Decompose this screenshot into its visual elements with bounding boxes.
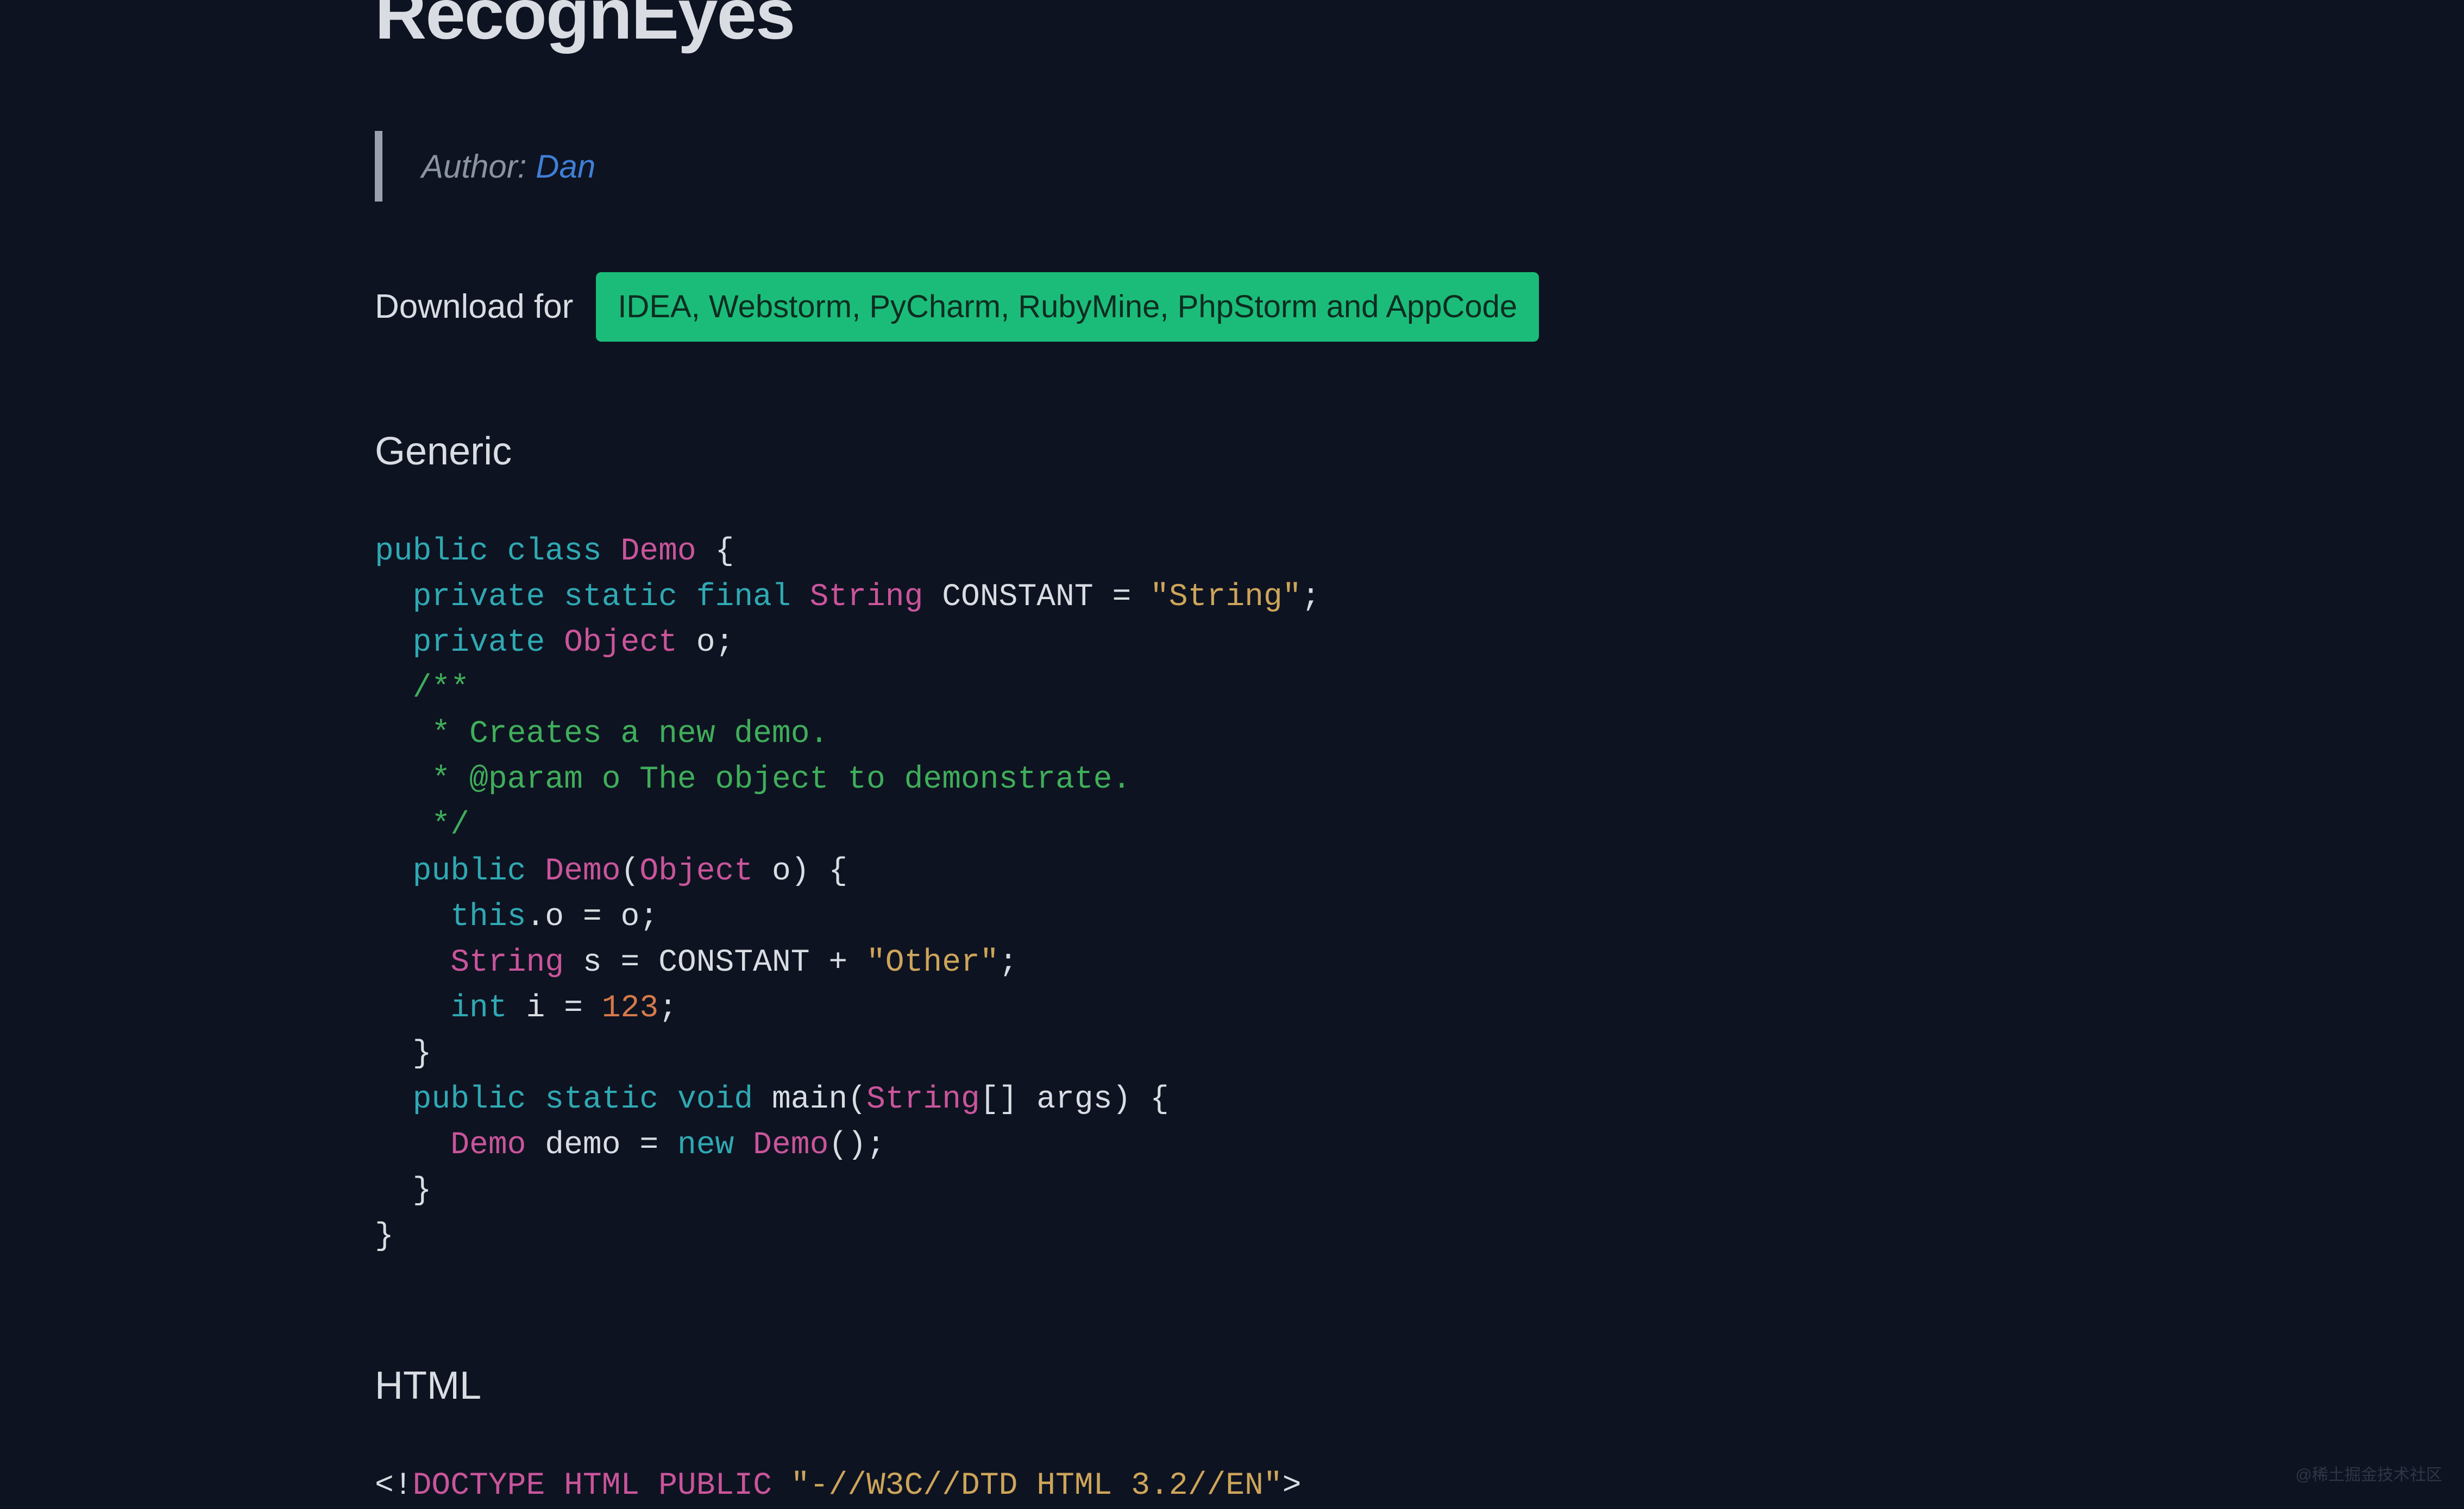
code-indent [375,945,450,980]
code-indent [375,625,413,661]
code-token: static [545,1082,658,1117]
code-token: String [810,580,923,615]
code-indent [375,716,431,752]
code-indent [375,991,450,1026]
code-token: } [375,1219,394,1254]
code-token: Object [564,625,677,661]
code-token: } [413,1036,432,1072]
code-token: ( [847,1082,866,1117]
code-token: */ [431,808,469,843]
code-token: Object [639,854,753,889]
code-token: void [677,1082,753,1117]
code-token: ) { [1112,1082,1169,1117]
code-token: 123 [602,991,658,1026]
code-indent [375,1082,413,1117]
code-token: Demo [450,1128,526,1163]
code-token: Demo [621,534,696,569]
code-token: o [753,854,791,889]
code-token: int [450,991,507,1026]
download-row: Download for IDEA, Webstorm, PyCharm, Ru… [375,272,2089,342]
code-token [772,1468,791,1504]
code-token: i [507,991,564,1026]
code-token: ; [999,945,1018,980]
code-token: public [413,854,526,889]
author-link[interactable]: Dan [536,148,595,185]
code-token: String [450,945,564,980]
code-token: "String" [1150,580,1301,615]
code-indent [375,1036,413,1072]
code-indent [375,1128,450,1163]
code-token: (); [828,1128,885,1163]
code-token: Demo [734,1128,828,1163]
code-token: ; [658,991,677,1026]
code-indent [375,808,431,843]
code-block-generic: public class Demo { private static final… [375,529,2089,1260]
code-indent [375,762,431,797]
code-indent [375,900,450,935]
page-title: RecognEyes [375,0,2089,66]
code-token: [] args [980,1082,1112,1117]
download-button[interactable]: IDEA, Webstorm, PyCharm, RubyMine, PhpSt… [596,272,1539,342]
code-token: PUBLIC [658,1468,772,1504]
code-token [545,1468,564,1504]
code-token: <! [375,1468,413,1504]
code-token: private [413,625,545,661]
code-token: String [866,1082,980,1117]
code-token: ; [1302,580,1321,615]
code-token: = [1112,580,1150,615]
code-token: .o = o; [526,900,658,935]
code-indent [375,580,413,615]
watermark: @稀土掘金技术社区 [2296,1463,2442,1487]
code-token: { [696,534,734,569]
code-token: = [639,1128,677,1163]
code-token: o The object to demonstrate. [583,762,1131,797]
code-token: "Other" [866,945,999,980]
code-token: = [564,991,602,1026]
download-label: Download for [375,282,573,331]
code-token: public [413,1082,526,1117]
code-token: static [564,580,677,615]
code-token: } [413,1173,432,1209]
code-token: /** [413,671,469,706]
author-quote: Author: Dan [375,131,2089,202]
code-indent [375,1173,413,1209]
code-token: demo [526,1128,639,1163]
code-token: private [413,580,545,615]
code-token: > [1283,1468,1302,1504]
code-token: ( [621,854,640,889]
code-indent [375,854,413,889]
section-heading-generic: Generic [375,423,2089,480]
code-token: HTML [564,1468,639,1504]
author-prefix: Author: [422,148,536,185]
code-token: class [507,534,602,569]
code-token: new [677,1128,734,1163]
code-token: s [564,945,620,980]
code-token: ; [715,625,734,661]
code-token: this [450,900,526,935]
code-token: = CONSTANT + [621,945,866,980]
code-token: public [375,534,488,569]
code-token: * Creates a new demo. [431,716,828,752]
code-token: final [696,580,791,615]
code-token: "-//W3C//DTD HTML 3.2//EN" [791,1468,1283,1504]
code-block-html: <!DOCTYPE HTML PUBLIC "-//W3C//DTD HTML … [375,1463,2089,1509]
code-token: @param [469,762,583,797]
code-token: * [431,762,469,797]
code-token: CONSTANT [923,580,1112,615]
code-token: Demo [545,854,620,889]
code-token: o [677,625,715,661]
code-token [639,1468,658,1504]
code-token: DOCTYPE [413,1468,545,1504]
code-token: main [753,1082,847,1117]
code-token: ) { [791,854,847,889]
section-heading-html: HTML [375,1357,2089,1414]
code-indent [375,671,413,706]
